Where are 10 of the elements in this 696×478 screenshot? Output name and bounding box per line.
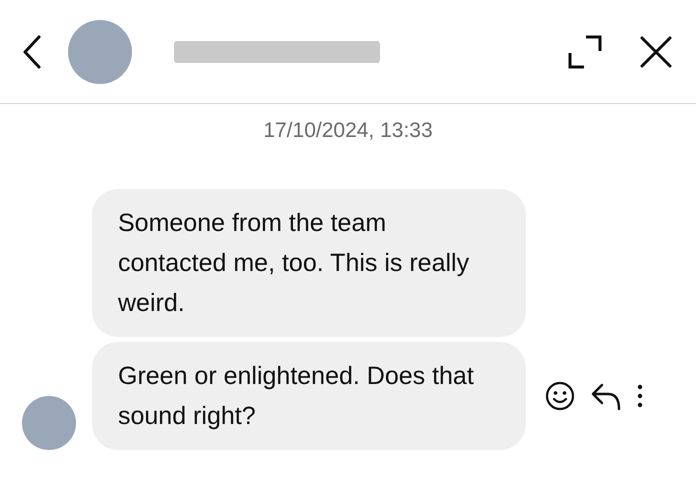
close-icon[interactable] (640, 36, 672, 68)
emoji-icon[interactable] (544, 380, 576, 412)
message-bubble: Green or enlightened. Does that sound right? (92, 342, 526, 450)
expand-icon[interactable] (568, 34, 602, 68)
reply-icon[interactable] (590, 381, 622, 411)
message-bubble: Someone from the team contacted me, too. This is really weird. (92, 189, 526, 337)
more-icon[interactable] (636, 384, 644, 408)
avatar (22, 396, 76, 450)
message-timestamp: 17/10/2024, 13:33 (262, 119, 434, 143)
back-icon[interactable] (22, 34, 42, 68)
